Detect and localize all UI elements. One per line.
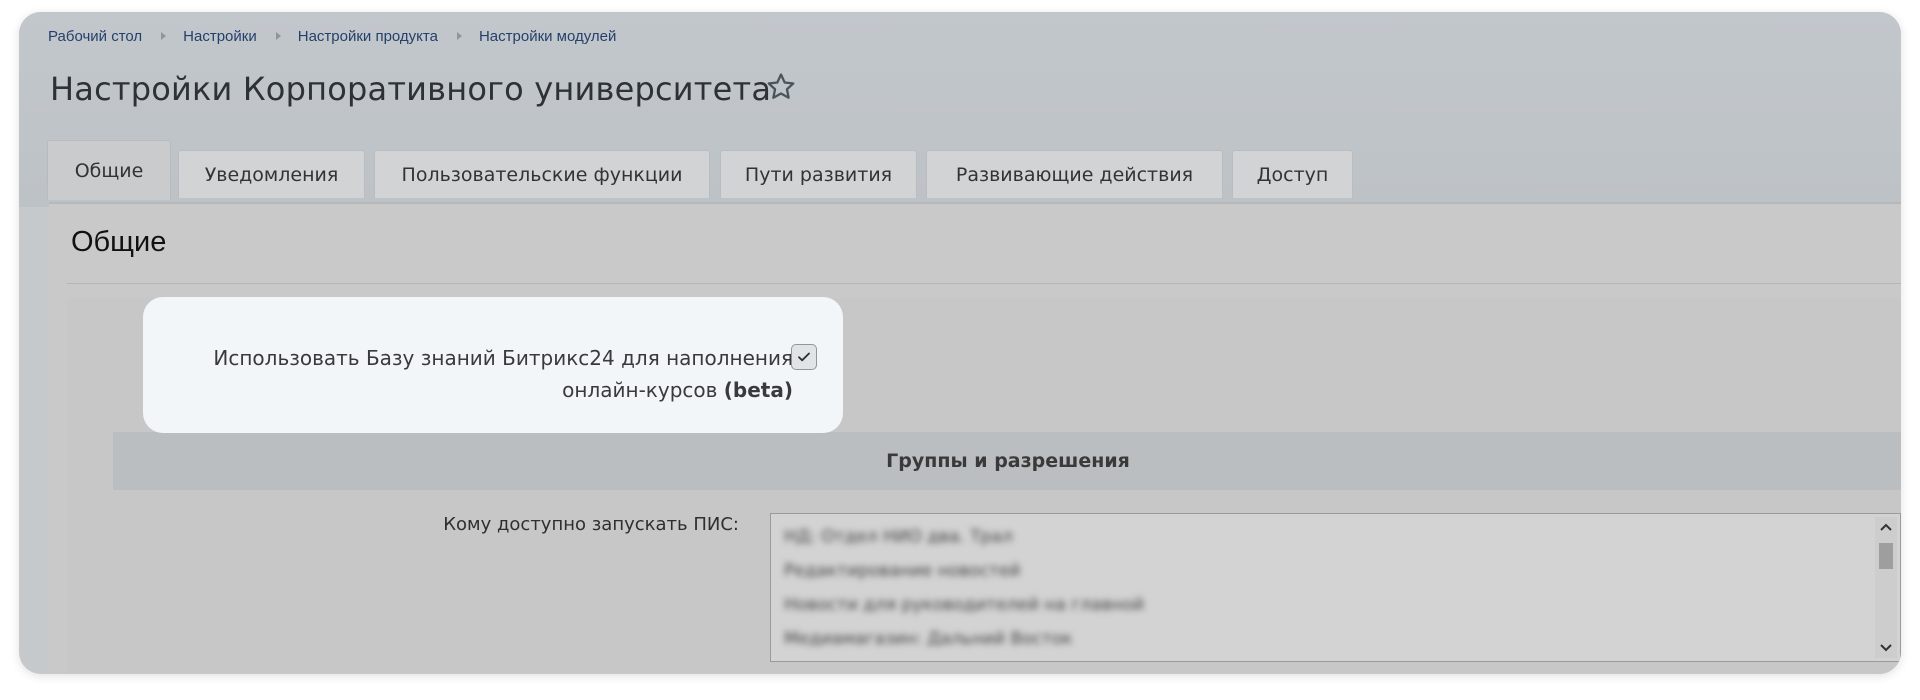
breadcrumb-product-settings[interactable]: Настройки продукта bbox=[298, 28, 438, 45]
app-window: Рабочий стол Настройки Настройки продукт… bbox=[19, 12, 1901, 674]
launch-access-listbox[interactable]: НД: Отдел НИО два. Трал Редактирование н… bbox=[770, 513, 1901, 662]
breadcrumb: Рабочий стол Настройки Настройки продукт… bbox=[48, 25, 616, 47]
kb-setting-label-line1: Использовать Базу знаний Битрикс24 для н… bbox=[213, 346, 793, 370]
list-option[interactable]: НД: Отдел НИО два. Трал bbox=[784, 527, 1013, 547]
divider bbox=[67, 283, 1901, 284]
listbox-scrollbar[interactable] bbox=[1875, 517, 1897, 658]
chevron-up-icon[interactable] bbox=[1878, 519, 1894, 535]
groups-permissions-header: Группы и разрешения bbox=[113, 432, 1901, 490]
kb-setting-label: Использовать Базу знаний Битрикс24 для н… bbox=[153, 342, 793, 406]
breadcrumb-desktop[interactable]: Рабочий стол bbox=[48, 28, 142, 45]
tab-user-functions[interactable]: Пользовательские функции bbox=[374, 150, 710, 198]
launch-access-label: Кому доступно запускать ПИС: bbox=[443, 514, 739, 535]
chevron-right-icon bbox=[275, 32, 281, 40]
kb-setting-label-line2: онлайн-курсов bbox=[562, 378, 718, 402]
tab-general[interactable]: Общие bbox=[47, 140, 171, 200]
breadcrumb-settings[interactable]: Настройки bbox=[183, 28, 257, 45]
chevron-right-icon bbox=[456, 32, 462, 40]
page-title: Настройки Корпоративного университета bbox=[50, 70, 772, 108]
section-title: Общие bbox=[71, 226, 167, 258]
star-outline-icon[interactable] bbox=[764, 70, 798, 104]
chevron-down-icon[interactable] bbox=[1878, 640, 1894, 656]
kb-setting-checkbox[interactable] bbox=[791, 344, 817, 370]
tab-development-paths[interactable]: Пути развития bbox=[720, 150, 917, 198]
list-option[interactable]: Новости для руководителей на главной bbox=[784, 595, 1144, 615]
tab-development-actions[interactable]: Развивающие действия bbox=[926, 150, 1223, 198]
chevron-right-icon bbox=[161, 32, 167, 40]
beta-label: (beta) bbox=[723, 378, 793, 402]
list-option[interactable]: Медиамагазин: Дальний Восток bbox=[784, 629, 1072, 649]
tab-access[interactable]: Доступ bbox=[1232, 150, 1353, 198]
tab-notifications[interactable]: Уведомления bbox=[178, 150, 365, 198]
breadcrumb-module-settings[interactable]: Настройки модулей bbox=[479, 28, 616, 45]
tab-content: Общие Группы и разрешения Кому доступно … bbox=[49, 202, 1901, 674]
scrollbar-thumb[interactable] bbox=[1879, 543, 1893, 569]
highlighted-setting-card: Использовать Базу знаний Битрикс24 для н… bbox=[143, 297, 843, 433]
list-option[interactable]: Редактирование новостей bbox=[784, 561, 1020, 581]
checkmark-icon bbox=[798, 352, 810, 362]
